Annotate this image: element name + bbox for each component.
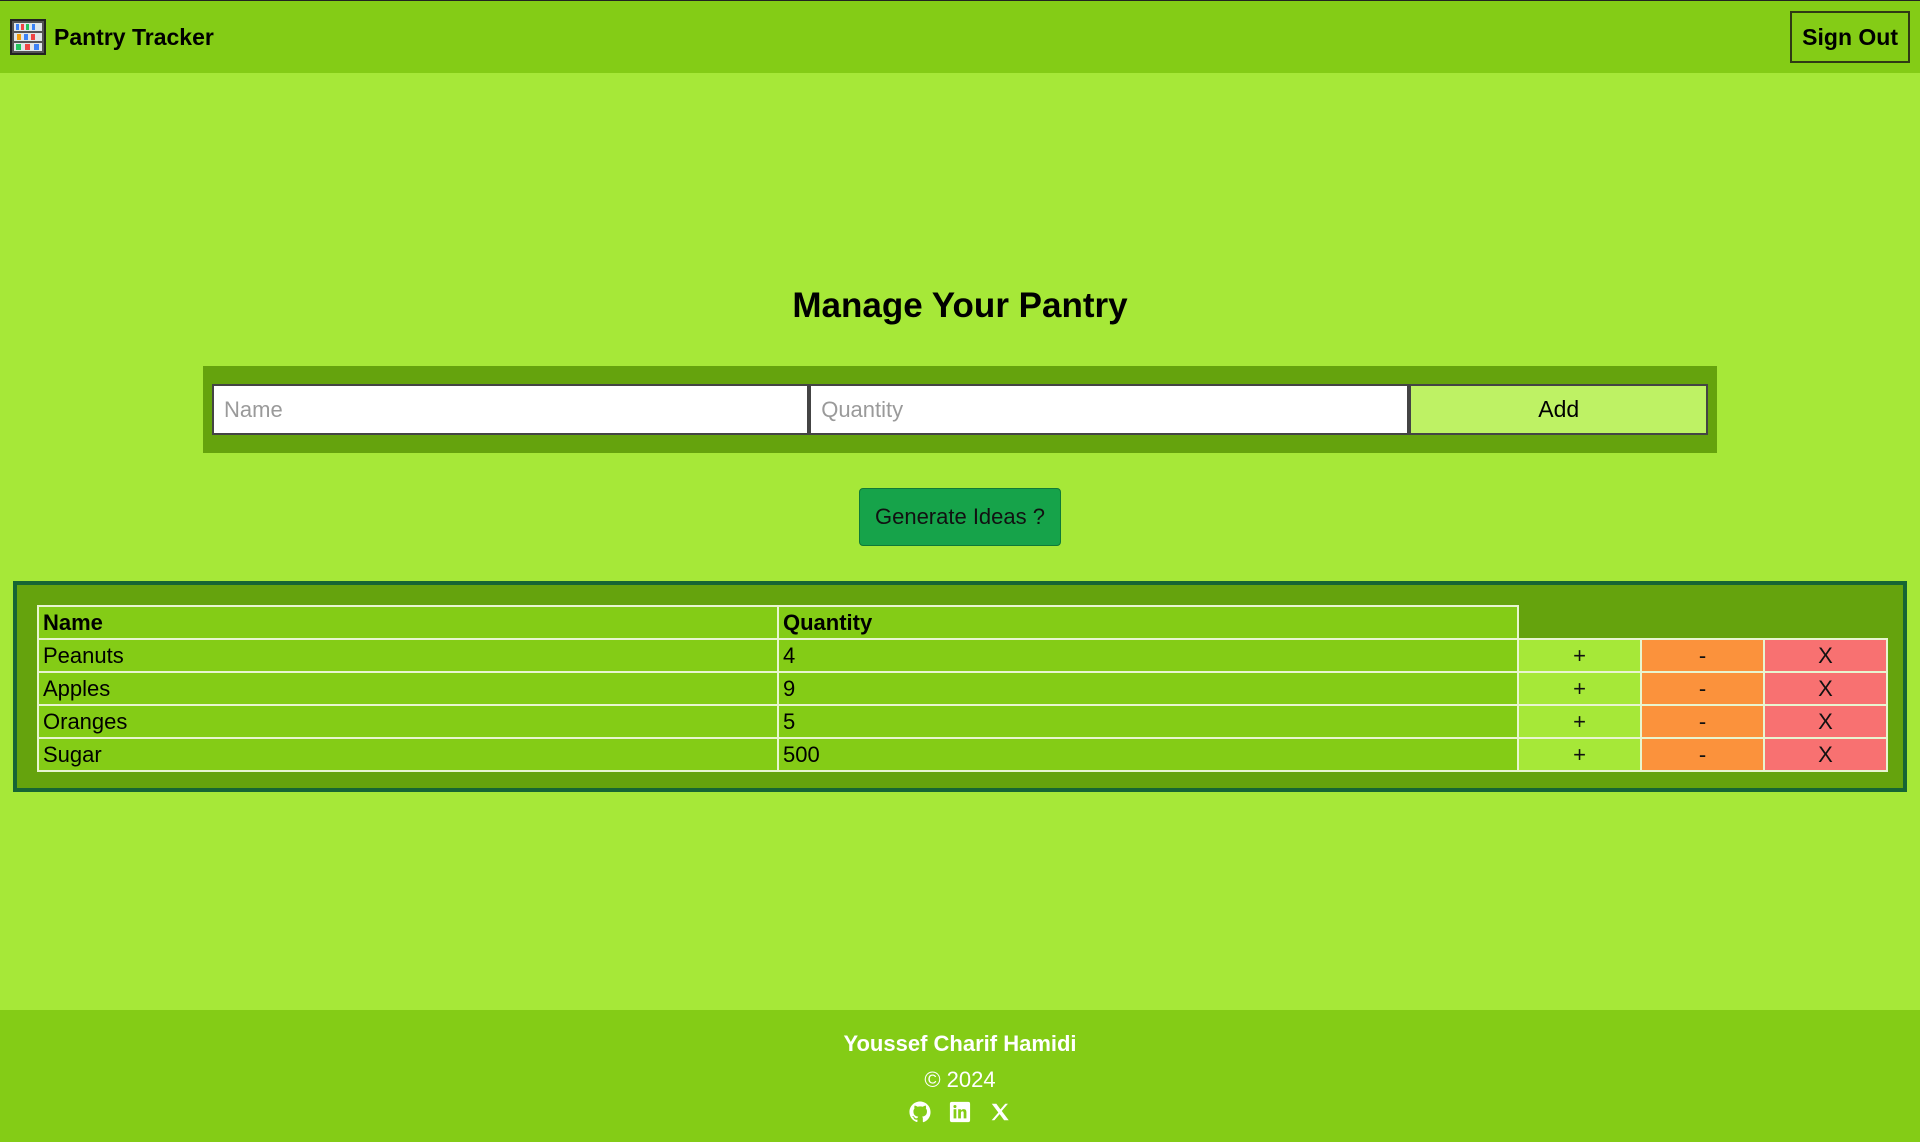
- delete-button[interactable]: X: [1765, 706, 1886, 737]
- table-header-row: Name Quantity: [37, 605, 1887, 640]
- footer-copyright: © 2024: [924, 1067, 996, 1092]
- item-quantity: 4: [777, 638, 1519, 673]
- add-button[interactable]: Add: [1409, 384, 1708, 435]
- increment-button[interactable]: +: [1519, 640, 1640, 671]
- social-links: [0, 1101, 1920, 1123]
- pantry-table-panel: Name Quantity Peanuts 4 + - X Apples 9 +…: [13, 581, 1907, 792]
- top-navbar: Pantry Tracker Sign Out: [0, 0, 1920, 73]
- item-name: Peanuts: [37, 638, 779, 673]
- add-item-form: Add: [203, 366, 1717, 453]
- increment-button[interactable]: +: [1519, 673, 1640, 704]
- table-row: Oranges 5 + - X: [37, 704, 1888, 739]
- linkedin-icon[interactable]: [949, 1101, 971, 1123]
- item-name: Sugar: [37, 737, 779, 772]
- pantry-table: Name Quantity Peanuts 4 + - X Apples 9 +…: [37, 605, 1888, 772]
- pantry-shelf-icon: [10, 19, 46, 55]
- name-input[interactable]: [212, 384, 810, 435]
- increment-button[interactable]: +: [1519, 706, 1640, 737]
- github-icon[interactable]: [909, 1101, 931, 1123]
- column-header-quantity: Quantity: [777, 605, 1519, 640]
- table-row: Apples 9 + - X: [37, 671, 1888, 706]
- page-title: Manage Your Pantry: [792, 286, 1128, 325]
- item-name: Oranges: [37, 704, 779, 739]
- delete-button[interactable]: X: [1765, 673, 1886, 704]
- item-quantity: 9: [777, 671, 1519, 706]
- x-icon[interactable]: [989, 1101, 1011, 1123]
- item-quantity: 5: [777, 704, 1519, 739]
- item-quantity: 500: [777, 737, 1519, 772]
- table-row: Peanuts 4 + - X: [37, 638, 1888, 673]
- footer: Youssef Charif Hamidi © 2024: [0, 1010, 1920, 1142]
- decrement-button[interactable]: -: [1642, 706, 1763, 737]
- decrement-button[interactable]: -: [1642, 673, 1763, 704]
- app-title: Pantry Tracker: [54, 23, 214, 50]
- table-row: Sugar 500 + - X: [37, 737, 1888, 772]
- quantity-input[interactable]: [809, 384, 1410, 435]
- generate-ideas-button[interactable]: Generate Ideas ?: [859, 488, 1061, 546]
- item-name: Apples: [37, 671, 779, 706]
- delete-button[interactable]: X: [1765, 739, 1886, 770]
- delete-button[interactable]: X: [1765, 640, 1886, 671]
- decrement-button[interactable]: -: [1642, 640, 1763, 671]
- increment-button[interactable]: +: [1519, 739, 1640, 770]
- footer-author: Youssef Charif Hamidi: [843, 1031, 1077, 1056]
- sign-out-button[interactable]: Sign Out: [1790, 11, 1910, 63]
- decrement-button[interactable]: -: [1642, 739, 1763, 770]
- column-header-name: Name: [37, 605, 779, 640]
- brand: Pantry Tracker: [10, 19, 214, 55]
